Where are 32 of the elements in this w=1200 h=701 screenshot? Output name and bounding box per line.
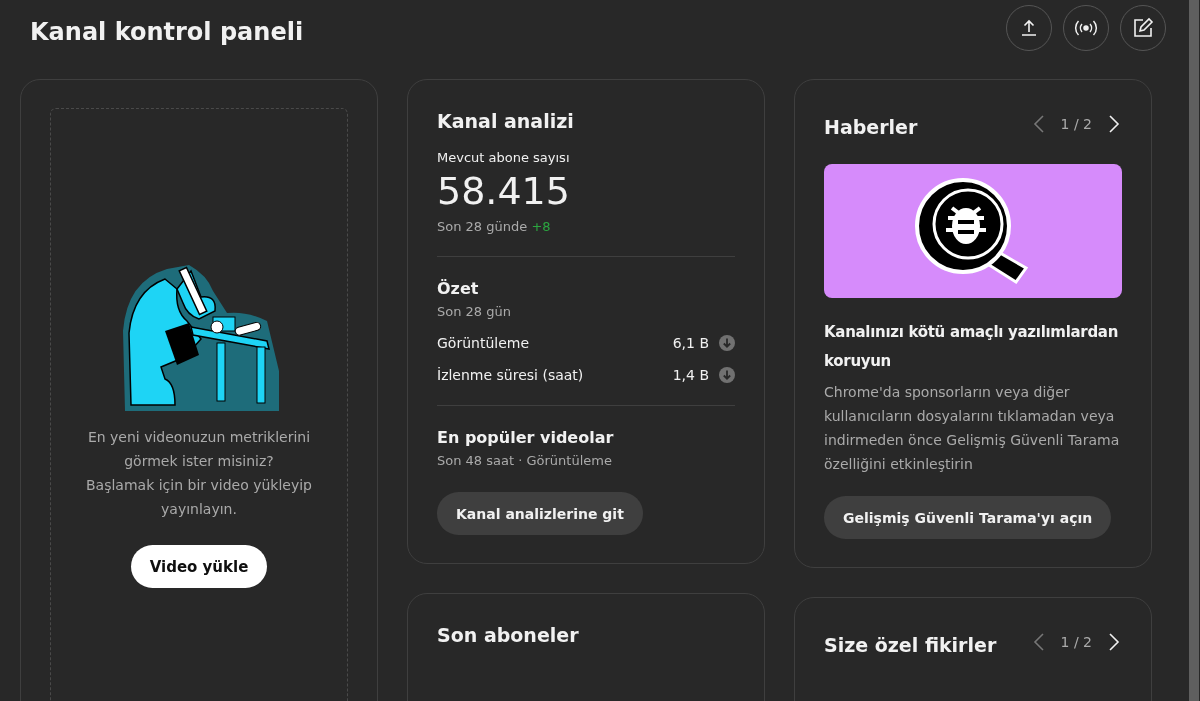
card-title: Son aboneler: [437, 624, 580, 646]
subscriber-change-text: Son 28 günde +8: [437, 219, 552, 234]
upload-icon: [1019, 18, 1039, 38]
section-period: Son 48 saat · Görüntüleme: [437, 453, 613, 468]
upload-video-button[interactable]: Video yükle: [130, 545, 268, 588]
section-title: Özet: [437, 279, 480, 298]
metric-label: Görüntüleme: [437, 335, 531, 351]
scrollbar-thumb[interactable]: [1189, 0, 1199, 701]
metric-value: 6,1 B: [672, 335, 709, 351]
subscriber-count: 58.415: [437, 169, 571, 213]
upload-prompt-text: En yeni videonuzun metriklerini görmek ister misiniz? Başlamak için bir video yükleyip yayınlayın.: [85, 428, 313, 519]
next-button[interactable]: [1106, 113, 1122, 135]
news-headline: Kanalınızı kötü amaçlı yazılımlardan koruyun: [824, 322, 1120, 372]
channel-analytics-button[interactable]: Kanal analizlerine git: [437, 492, 643, 535]
metric-value: 1,4 B: [672, 367, 709, 383]
subscriber-label: Mevcut abone sayısı: [437, 150, 571, 165]
next-button[interactable]: [1106, 631, 1122, 653]
metric-label: İzlenme süresi (saat): [437, 367, 585, 383]
card-title: Size özel fikirler: [824, 634, 997, 656]
down-arrow-icon: [719, 335, 735, 351]
edit-icon: [1132, 17, 1154, 39]
page-counter: 1 / 2: [1060, 634, 1092, 650]
page-counter: 1 / 2: [1060, 116, 1092, 132]
card-title: Kanal analizi: [437, 110, 575, 132]
enable-safe-browsing-button[interactable]: Gelişmiş Güvenli Tarama'yı açın: [824, 496, 1112, 539]
down-arrow-icon: [719, 367, 735, 383]
section-title: En popüler videolar: [437, 428, 615, 447]
card-title: Haberler: [824, 116, 918, 138]
section-period: Son 28 gün: [437, 304, 512, 319]
news-body: Chrome'da sponsorların veya diğer kullanıcıların dosyalarını tıklamadan veya indirmeden önce Gelişmiş Güvenli Tarama özelliğini etkinleştirin: [824, 383, 1121, 474]
broadcast-icon: [1073, 18, 1099, 38]
page-title: Kanal kontrol paneli: [30, 18, 304, 46]
